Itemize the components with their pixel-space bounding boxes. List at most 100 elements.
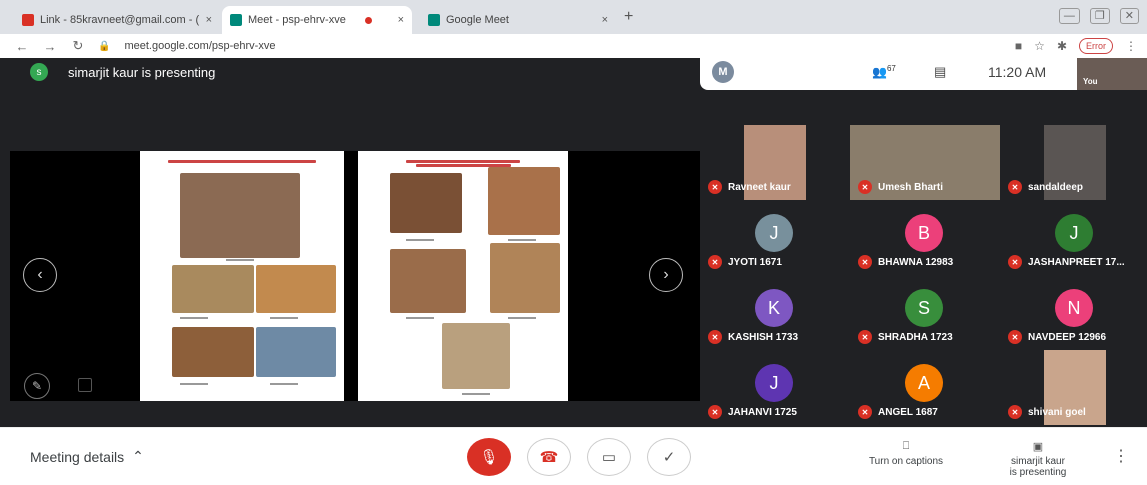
mic-muted-icon: ✕	[858, 330, 872, 344]
mic-toggle-button[interactable]: 🎙	[467, 438, 511, 476]
presentation-screen	[10, 151, 700, 401]
participant-avatar: B	[905, 214, 943, 252]
insect-image	[180, 173, 300, 258]
participant-tile[interactable]: J ✕ JAHANVI 1725	[700, 350, 850, 425]
participant-name-row: ✕ SHRADHA 1723	[858, 330, 953, 344]
participant-tile[interactable]: S ✕ SHRADHA 1723	[850, 275, 1000, 350]
participant-name-row: ✕ Ravneet kaur	[708, 180, 791, 194]
mic-muted-icon: ✕	[708, 330, 722, 344]
tab-title: Meet - psp-ehrv-xve	[248, 14, 346, 26]
participant-name: JAHANVI 1725	[728, 406, 797, 418]
close-tab-icon[interactable]: ×	[200, 14, 212, 26]
participant-tile[interactable]: ✕ Ravneet kaur	[700, 125, 850, 200]
profile-error-button[interactable]: Error	[1079, 38, 1113, 54]
more-options-icon[interactable]: ⋮	[1113, 446, 1129, 466]
participant-name-row: ✕ NAVDEEP 12966	[1008, 330, 1106, 344]
participant-name: JASHANPREET 17...	[1028, 256, 1125, 268]
mic-muted-icon: ✕	[1008, 255, 1022, 269]
new-tab-button[interactable]: +	[624, 8, 633, 26]
mic-muted-icon: ✕	[1008, 405, 1022, 419]
presenter-banner: s simarjit kaur is presenting	[30, 63, 215, 81]
back-icon[interactable]: ←	[12, 39, 32, 54]
mic-muted-icon: ✕	[708, 405, 722, 419]
meeting-details-label: Meeting details	[30, 448, 125, 465]
tab-meet-active[interactable]: Meet - psp-ehrv-xve ×	[222, 6, 412, 34]
insect-detail-image	[172, 265, 254, 313]
mic-muted-icon: ✕	[1008, 330, 1022, 344]
chevron-right-icon: ›	[663, 266, 669, 283]
camera-icon: ▭	[601, 449, 617, 466]
close-tab-icon[interactable]: ×	[596, 14, 608, 26]
maximize-button[interactable]: ❐	[1089, 8, 1110, 24]
participant-name: SHRADHA 1723	[878, 331, 953, 343]
participant-avatar: N	[1055, 289, 1093, 327]
participant-tile[interactable]: B ✕ BHAWNA 12983	[850, 200, 1000, 275]
reload-icon[interactable]: ↻	[68, 38, 88, 54]
chat-button[interactable]: ▤	[934, 64, 946, 80]
participant-tile[interactable]: K ✕ KASHISH 1733	[700, 275, 850, 350]
control-bar: Meeting details ⌃ 🎙 ☎ ▭ ✓ ⎕ Turn on capt…	[0, 427, 1147, 485]
minimize-button[interactable]: —	[1058, 8, 1080, 24]
previous-slide-button[interactable]: ‹	[23, 258, 57, 292]
participant-avatar: M	[712, 61, 734, 83]
participants-label: MANYA 1683	[744, 60, 805, 71]
recording-dot-icon	[365, 16, 373, 24]
participant-tile[interactable]: J ✕ JASHANPREET 17...	[1000, 200, 1147, 275]
gmail-icon	[22, 14, 34, 26]
insect-detail-image	[256, 327, 336, 377]
annotate-pen-button[interactable]: ✎	[24, 373, 50, 399]
insect-detail-image	[390, 249, 466, 313]
mic-muted-icon: ✕	[708, 255, 722, 269]
window-controls: — ❐ ✕	[1058, 8, 1139, 24]
captions-button[interactable]: ⎕ Turn on captions	[856, 440, 956, 467]
next-slide-button[interactable]: ›	[649, 258, 683, 292]
present-button[interactable]: ✓	[647, 438, 691, 476]
participant-name: KASHISH 1733	[728, 331, 799, 343]
tab-google-meet[interactable]: Google Meet ×	[420, 6, 616, 34]
forward-icon[interactable]: →	[40, 39, 60, 54]
browser-menu-icon[interactable]: ⋮	[1125, 39, 1137, 53]
extensions-icon[interactable]: ✱	[1057, 39, 1067, 53]
mic-muted-icon: ✕	[858, 405, 872, 419]
present-screen-icon: ▣	[1032, 441, 1044, 453]
participant-name: Ravneet kaur	[728, 181, 791, 193]
leave-call-button[interactable]: ☎	[527, 438, 571, 476]
participant-tile[interactable]: ✕ sandaldeep	[1000, 125, 1147, 200]
slide-page-left	[140, 151, 344, 401]
presentation-menu-icon[interactable]	[78, 378, 92, 392]
url-field[interactable]: meet.google.com/psp-ehrv-xve	[124, 40, 275, 52]
self-video-tile[interactable]: You	[1077, 58, 1147, 90]
participant-tile[interactable]: ✕ shivani goel	[1000, 350, 1147, 425]
people-icon: 👥	[872, 65, 887, 79]
participant-avatar: J	[755, 364, 793, 402]
camera-toggle-button[interactable]: ▭	[587, 438, 631, 476]
participants-summary[interactable]: M MANYA 1683 and 52 more	[712, 60, 804, 84]
insect-detail-image	[172, 327, 254, 377]
camera-indicator-icon[interactable]: ■	[1015, 39, 1022, 53]
mic-muted-icon: ✕	[858, 255, 872, 269]
participant-name-row: ✕ JYOTI 1671	[708, 255, 782, 269]
participant-avatar: J	[1055, 214, 1093, 252]
participant-tile[interactable]: J ✕ JYOTI 1671	[700, 200, 850, 275]
check-icon: ✓	[662, 449, 676, 466]
participant-tile[interactable]: ✕ Umesh Bharti	[850, 125, 1000, 200]
self-label: You	[1083, 77, 1098, 86]
people-button[interactable]: 👥67	[872, 64, 896, 79]
hang-up-icon: ☎	[539, 449, 559, 466]
lock-icon[interactable]: 🔒	[98, 41, 110, 52]
presenting-button[interactable]: ▣ simarjit kaur is presenting	[988, 440, 1088, 478]
meeting-details-button[interactable]: Meeting details ⌃	[30, 448, 144, 465]
close-tab-icon[interactable]: ×	[392, 14, 404, 26]
participant-name-row: ✕ JAHANVI 1725	[708, 405, 797, 419]
insect-detail-image	[390, 173, 462, 233]
bookmark-star-icon[interactable]: ☆	[1034, 39, 1045, 53]
participant-name-row: ✕ shivani goel	[1008, 405, 1086, 419]
slide-page-right	[358, 151, 568, 401]
tab-gmail[interactable]: Link - 85kravneet@gmail.com - ( ×	[14, 6, 220, 34]
presenting-label-2: is presenting	[1009, 467, 1067, 478]
participant-tile[interactable]: N ✕ NAVDEEP 12966	[1000, 275, 1147, 350]
participant-name-row: ✕ KASHISH 1733	[708, 330, 798, 344]
participant-tile[interactable]: A ✕ ANGEL 1687	[850, 350, 1000, 425]
insect-detail-image	[256, 265, 336, 313]
close-window-button[interactable]: ✕	[1119, 8, 1139, 24]
